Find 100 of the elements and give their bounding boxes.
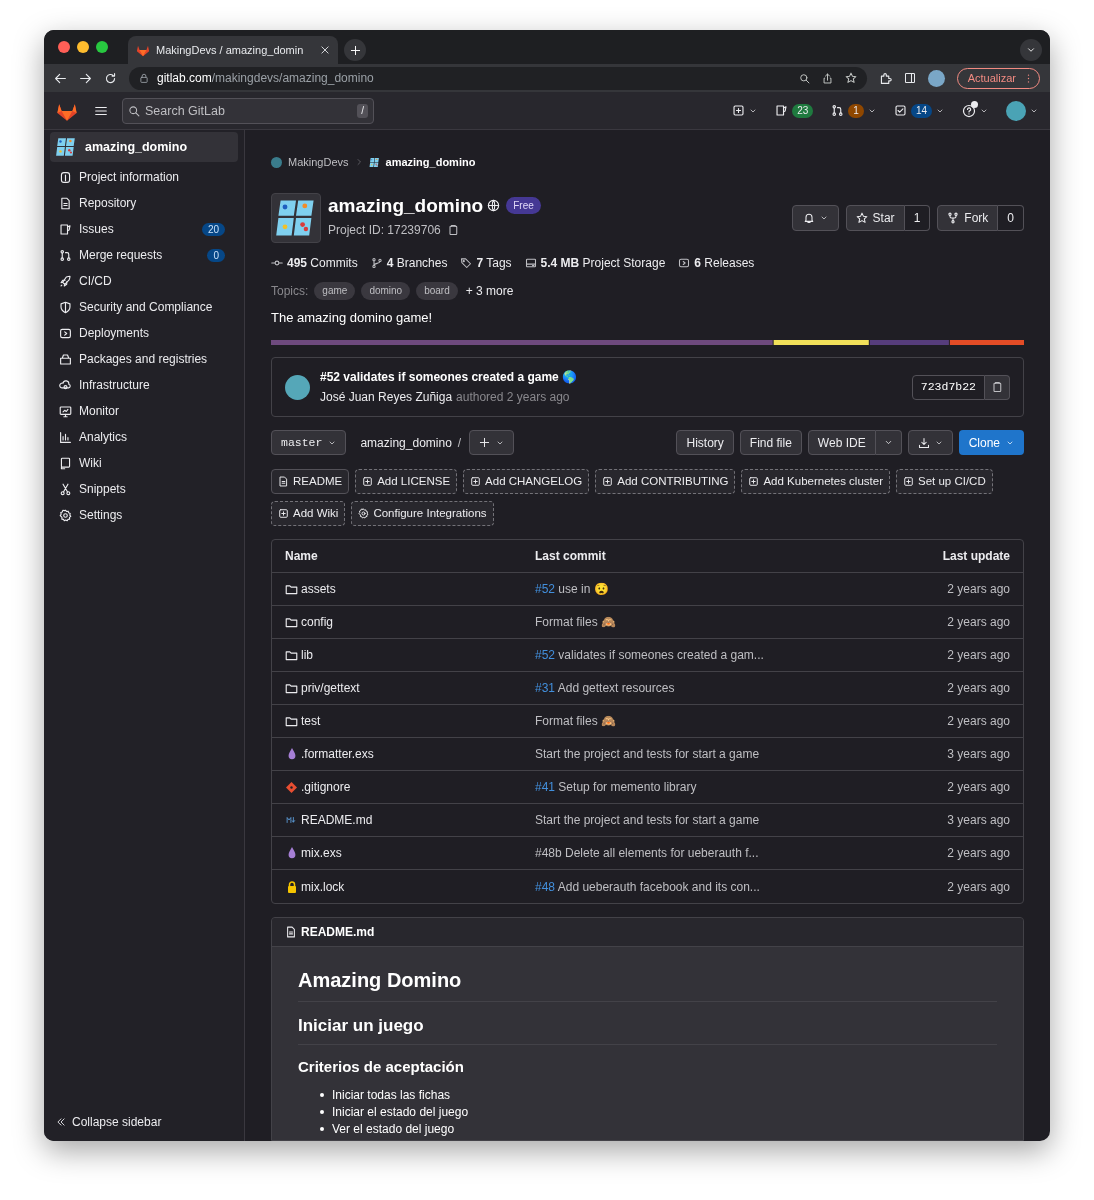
collapse-sidebar-button[interactable]: Collapse sidebar bbox=[56, 1113, 244, 1131]
close-window-button[interactable] bbox=[58, 41, 70, 53]
commit-title-link[interactable]: #52 validates if someones created a game 🌎 bbox=[320, 368, 578, 386]
shortcut-button[interactable]: Add CONTRIBUTING bbox=[595, 469, 736, 494]
stat-link[interactable]: 7 Tags bbox=[460, 253, 512, 272]
commit-message-link[interactable]: Start the project and tests for start a game bbox=[535, 745, 948, 763]
more-topics-link[interactable]: + 3 more bbox=[465, 281, 514, 300]
commit-message-link[interactable]: #48 Add ueberauth facebook and its con... bbox=[535, 877, 948, 896]
help-button[interactable] bbox=[962, 103, 988, 118]
merge-request-counter[interactable]: 1 bbox=[831, 103, 876, 118]
file-link[interactable]: lib bbox=[301, 646, 313, 664]
toolbar-button[interactable]: Find file bbox=[739, 430, 802, 455]
domino-tiles-icon bbox=[55, 136, 77, 158]
shortcut-button[interactable]: Set up CI/CD bbox=[895, 469, 993, 494]
commit-message-link[interactable]: #31 Add gettext resources bbox=[535, 679, 948, 697]
issues-counter[interactable]: 23 bbox=[775, 103, 814, 118]
update-time: 2 years ago bbox=[947, 647, 1010, 664]
book-icon bbox=[59, 456, 72, 470]
sidebar-item[interactable]: Deployments bbox=[50, 320, 238, 346]
sidebar-item[interactable]: Analytics bbox=[50, 424, 238, 450]
sidebar-item[interactable]: Infrastructure bbox=[50, 372, 238, 398]
download-dropdown[interactable] bbox=[907, 430, 953, 455]
profile-avatar[interactable] bbox=[927, 69, 945, 87]
issues-icon bbox=[59, 222, 72, 236]
todo-counter[interactable]: 14 bbox=[893, 103, 944, 118]
back-arrow-icon bbox=[54, 71, 67, 85]
sidebar-item[interactable]: Merge requests 0 bbox=[50, 242, 238, 268]
breadcrumb-link[interactable]: MakingDevs bbox=[288, 154, 349, 171]
update-time: 3 years ago bbox=[947, 746, 1010, 763]
zoom-window-button[interactable] bbox=[96, 41, 108, 53]
new-tab-button[interactable] bbox=[344, 39, 366, 61]
folder-icon bbox=[285, 582, 298, 596]
breadcrumb-link[interactable]: amazing_domino bbox=[385, 154, 476, 171]
file-link[interactable]: mix.exs bbox=[301, 844, 342, 862]
sidebar-item[interactable]: Repository bbox=[50, 190, 238, 216]
copy-sha-button[interactable] bbox=[985, 374, 1010, 400]
commit-message-link[interactable]: Format files 🙈 bbox=[535, 712, 948, 730]
shortcut-button[interactable]: Add LICENSE bbox=[355, 469, 458, 494]
commit-sha[interactable]: 723d7b22 bbox=[911, 374, 985, 400]
project-nav-item[interactable]: amazing_domino bbox=[50, 132, 238, 162]
toolbar-button[interactable]: History bbox=[676, 430, 734, 455]
stat-link[interactable]: 6 Releases bbox=[678, 253, 755, 272]
shortcut-button[interactable]: Add Kubernetes cluster bbox=[741, 469, 890, 494]
sidebar-item[interactable]: Wiki bbox=[50, 450, 238, 476]
new-menu-button[interactable] bbox=[732, 104, 758, 117]
commit-message-link[interactable]: Start the project and tests for start a game bbox=[535, 811, 948, 829]
sidebar-item[interactable]: Snippets bbox=[50, 476, 238, 502]
stat-link[interactable]: 4 Branches bbox=[370, 253, 448, 272]
address-bar[interactable]: gitlab.com/makingdevs/amazing_domino bbox=[129, 66, 867, 90]
sidebar-item[interactable]: Packages and registries bbox=[50, 346, 238, 372]
commit-message-link[interactable]: #48b Delete all elements for ueberauth f... bbox=[535, 844, 948, 862]
sidebar-item[interactable]: CI/CD bbox=[50, 268, 238, 294]
topic-tag[interactable]: board bbox=[416, 281, 458, 300]
star-count[interactable]: 1 bbox=[904, 204, 931, 231]
file-link[interactable]: .formatter.exs bbox=[301, 745, 374, 763]
sidebar-item[interactable]: Issues 20 bbox=[50, 216, 238, 242]
document-icon bbox=[285, 926, 297, 938]
shortcut-button[interactable]: Add CHANGELOG bbox=[463, 469, 590, 494]
commit-message-link[interactable]: #52 use in 😧 bbox=[535, 580, 948, 598]
caret-icon bbox=[883, 438, 893, 447]
commit-message-link[interactable]: #52 validates if someones created a gam... bbox=[535, 646, 948, 664]
sidebar-item[interactable]: Security and Compliance bbox=[50, 294, 238, 320]
file-link[interactable]: .gitignore bbox=[301, 778, 351, 796]
minimize-window-button[interactable] bbox=[77, 41, 89, 53]
diamond-icon bbox=[286, 781, 297, 793]
sidebar-item[interactable]: Settings bbox=[50, 502, 238, 528]
user-menu-button[interactable] bbox=[1006, 100, 1038, 121]
sidebar-item[interactable]: Monitor bbox=[50, 398, 238, 424]
column-header: Name bbox=[285, 548, 319, 565]
file-link[interactable]: priv/gettext bbox=[301, 679, 360, 697]
plus-icon bbox=[362, 476, 374, 487]
release-icon bbox=[678, 256, 691, 269]
branch-dropdown[interactable]: master bbox=[271, 430, 347, 455]
path-link[interactable]: amazing_domino bbox=[360, 433, 452, 452]
shortcut-button[interactable]: Configure Integrations bbox=[351, 501, 494, 526]
topic-tag[interactable]: game bbox=[314, 281, 356, 300]
fork-count[interactable]: 0 bbox=[998, 204, 1024, 231]
sidebar-item[interactable]: Project information bbox=[50, 164, 238, 190]
shortcut-button[interactable]: README bbox=[271, 469, 350, 494]
commit-meta: authored 2 years ago bbox=[456, 389, 570, 406]
star-button[interactable]: Star bbox=[845, 204, 905, 231]
notification-button[interactable] bbox=[791, 204, 839, 231]
browser-tab[interactable]: MakingDevs / amazing_domin bbox=[128, 36, 338, 64]
shortcut-button[interactable]: Add Wiki bbox=[271, 501, 346, 526]
author-link[interactable]: José Juan Reyes Zuñiga bbox=[320, 388, 453, 406]
file-link[interactable]: assets bbox=[301, 580, 336, 598]
clone-button[interactable]: Clone bbox=[958, 430, 1024, 455]
commit-message-link[interactable]: Format files 🙈 bbox=[535, 613, 948, 631]
topic-tag[interactable]: domino bbox=[361, 281, 411, 300]
web-ide-button[interactable]: Web IDE bbox=[807, 430, 876, 455]
search-icon bbox=[798, 72, 810, 84]
file-link[interactable]: config bbox=[301, 613, 334, 631]
stat-link[interactable]: 495 Commits bbox=[271, 253, 358, 272]
file-link[interactable]: README.md bbox=[301, 811, 373, 829]
stat-link[interactable]: 5.4 MB Project Storage bbox=[524, 253, 666, 272]
commit-message-link[interactable]: #41 Setup for memento library bbox=[535, 778, 948, 796]
fork-button[interactable]: Fork bbox=[937, 204, 999, 231]
file-link[interactable]: mix.lock bbox=[301, 877, 345, 896]
tab-search-button[interactable] bbox=[1020, 39, 1042, 61]
file-link[interactable]: test bbox=[301, 712, 321, 730]
